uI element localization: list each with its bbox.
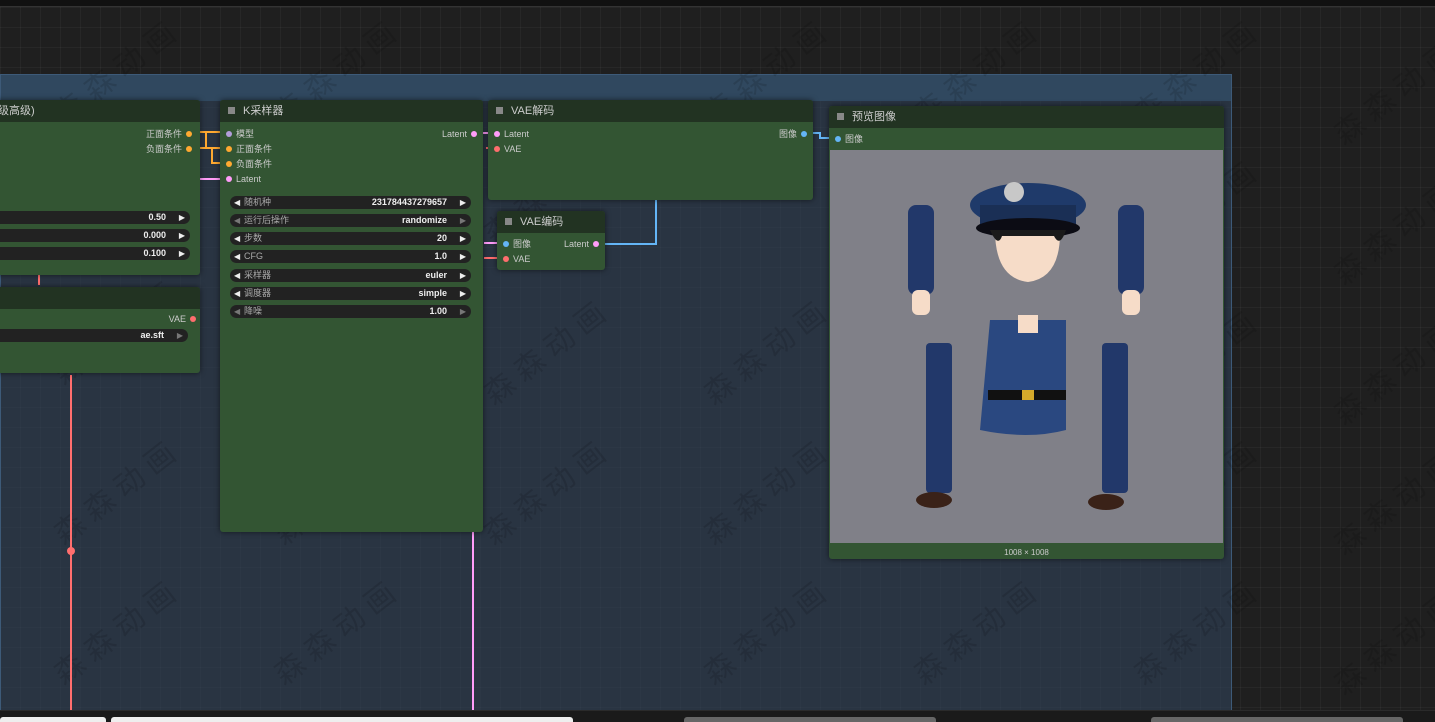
output-positive[interactable]: 正面条件 xyxy=(146,128,196,140)
output-negative[interactable]: 负面条件 xyxy=(146,143,196,155)
slot-dot-icon[interactable] xyxy=(471,130,477,137)
preview-size-label: 1008 × 1008 xyxy=(1004,548,1049,557)
node-title: VAE解码 xyxy=(511,105,555,117)
tab[interactable] xyxy=(1151,717,1403,722)
arrow-left-icon[interactable]: ◀ xyxy=(234,214,240,227)
widget-denoise[interactable]: ◀ 降噪 1.00 ▶ xyxy=(230,305,471,318)
character-outfit-image xyxy=(908,182,1144,510)
slot-dot-icon[interactable] xyxy=(226,175,232,182)
slot-dot-icon[interactable] xyxy=(494,130,500,137)
input-latent[interactable]: Latent xyxy=(490,128,529,140)
tab[interactable] xyxy=(684,717,936,722)
slot-dot-icon[interactable] xyxy=(494,145,500,152)
output-vae[interactable]: VAE xyxy=(169,313,200,325)
wire-encode-latent xyxy=(598,200,657,245)
node-ksampler[interactable]: K采样器 模型 正面条件 负面条件 Latent Latent ◀ 随机种 2317… xyxy=(220,100,483,532)
slot-dot-icon[interactable] xyxy=(801,130,807,137)
slot-dot-icon[interactable] xyxy=(186,130,192,137)
bottom-bar xyxy=(0,710,1435,722)
input-image[interactable]: 图像 xyxy=(499,238,531,250)
node-title: VAE编码 xyxy=(520,216,564,228)
widget-number[interactable]: 0.100 ▶ xyxy=(0,247,190,260)
widget-cfg[interactable]: ◀ CFG 1.0 ▶ xyxy=(230,250,471,263)
arrow-right-icon[interactable]: ▶ xyxy=(460,287,466,300)
arrow-left-icon[interactable]: ◀ xyxy=(234,232,240,245)
arrow-left-icon[interactable]: ◀ xyxy=(234,269,240,282)
input-vae[interactable]: VAE xyxy=(490,143,521,155)
node-title: 预览图像 xyxy=(852,111,896,123)
node-title: 级高级) xyxy=(0,100,200,122)
node-header[interactable]: K采样器 xyxy=(220,100,483,122)
output-image[interactable]: 图像 xyxy=(779,128,811,140)
node-title: K采样器 xyxy=(243,105,284,117)
workflow-canvas[interactable]: 森森动画 森森动画 森森动画 森森动画 森森动画 森森动画 森森动画 森森动画 … xyxy=(0,7,1435,717)
input-latent[interactable]: Latent xyxy=(222,173,261,185)
slot-dot-icon[interactable] xyxy=(503,255,509,262)
arrow-right-icon[interactable]: ▶ xyxy=(460,196,466,209)
widget-sampler[interactable]: ◀ 采样器 euler ▶ xyxy=(230,269,471,282)
node-header[interactable]: 预览图像 xyxy=(829,106,1224,128)
node-vae-encode[interactable]: VAE编码 图像 VAE Latent xyxy=(497,211,605,270)
arrow-right-icon[interactable]: ▶ xyxy=(179,247,185,260)
slot-dot-icon[interactable] xyxy=(835,135,841,142)
preview-image[interactable] xyxy=(830,150,1223,543)
input-positive[interactable]: 正面条件 xyxy=(222,143,272,155)
arrow-right-icon[interactable]: ▶ xyxy=(179,229,185,242)
output-latent[interactable]: Latent xyxy=(564,238,603,250)
slot-dot-icon[interactable] xyxy=(190,315,196,322)
arrow-right-icon[interactable]: ▶ xyxy=(460,250,466,263)
arrow-left-icon[interactable]: ◀ xyxy=(234,305,240,318)
input-negative[interactable]: 负面条件 xyxy=(222,158,272,170)
node-preview-image[interactable]: 预览图像 图像 1008 × 1008 xyxy=(829,106,1224,559)
node-title xyxy=(0,287,200,309)
slot-dot-icon[interactable] xyxy=(593,240,599,247)
slot-dot-icon[interactable] xyxy=(226,160,232,167)
collapse-icon[interactable] xyxy=(228,106,235,114)
arrow-left-icon[interactable]: ◀ xyxy=(234,287,240,300)
node-header[interactable]: VAE编码 xyxy=(497,211,605,233)
arrow-right-icon[interactable]: ▶ xyxy=(179,211,185,224)
arrow-right-icon[interactable]: ▶ xyxy=(460,232,466,245)
widget-control-after[interactable]: ◀ 运行后操作 randomize ▶ xyxy=(230,214,471,227)
arrow-left-icon[interactable]: ◀ xyxy=(234,196,240,209)
top-bar xyxy=(0,0,1435,7)
output-latent[interactable]: Latent xyxy=(442,128,481,140)
node-conditioning-advanced[interactable]: 级高级) 正面条件 负面条件 0.50 ▶ 0.000 ▶ 0.100 ▶ xyxy=(0,100,200,275)
widget-steps[interactable]: ◀ 步数 20 ▶ xyxy=(230,232,471,245)
node-vae-loader[interactable]: VAE ae.sft ▶ xyxy=(0,287,200,373)
input-model[interactable]: 模型 xyxy=(222,128,254,140)
widget-number[interactable]: 0.50 ▶ xyxy=(0,211,190,224)
widget-number[interactable]: 0.000 ▶ xyxy=(0,229,190,242)
slot-dot-icon[interactable] xyxy=(186,145,192,152)
slot-dot-icon[interactable] xyxy=(503,240,509,247)
tab[interactable] xyxy=(0,717,106,722)
widget-seed[interactable]: ◀ 随机种 231784437279657 ▶ xyxy=(230,196,471,209)
input-vae[interactable]: VAE xyxy=(499,253,530,265)
collapse-icon[interactable] xyxy=(496,106,503,114)
widget-scheduler[interactable]: ◀ 调度器 simple ▶ xyxy=(230,287,471,300)
slot-dot-icon[interactable] xyxy=(226,130,232,137)
collapse-icon[interactable] xyxy=(505,217,512,225)
input-image[interactable]: 图像 xyxy=(831,133,863,145)
slot-dot-icon[interactable] xyxy=(226,145,232,152)
collapse-icon[interactable] xyxy=(837,112,844,120)
arrow-right-icon[interactable]: ▶ xyxy=(460,214,466,227)
node-header[interactable]: VAE解码 xyxy=(488,100,813,122)
arrow-left-icon[interactable]: ◀ xyxy=(234,250,240,263)
node-vae-decode[interactable]: VAE解码 Latent VAE 图像 xyxy=(488,100,813,200)
arrow-right-icon[interactable]: ▶ xyxy=(460,269,466,282)
tab[interactable] xyxy=(111,717,573,722)
arrow-right-icon[interactable]: ▶ xyxy=(460,305,466,318)
arrow-right-icon[interactable]: ▶ xyxy=(177,329,183,342)
reroute-dot xyxy=(67,547,75,555)
widget-vae-name[interactable]: ae.sft ▶ xyxy=(0,329,188,342)
